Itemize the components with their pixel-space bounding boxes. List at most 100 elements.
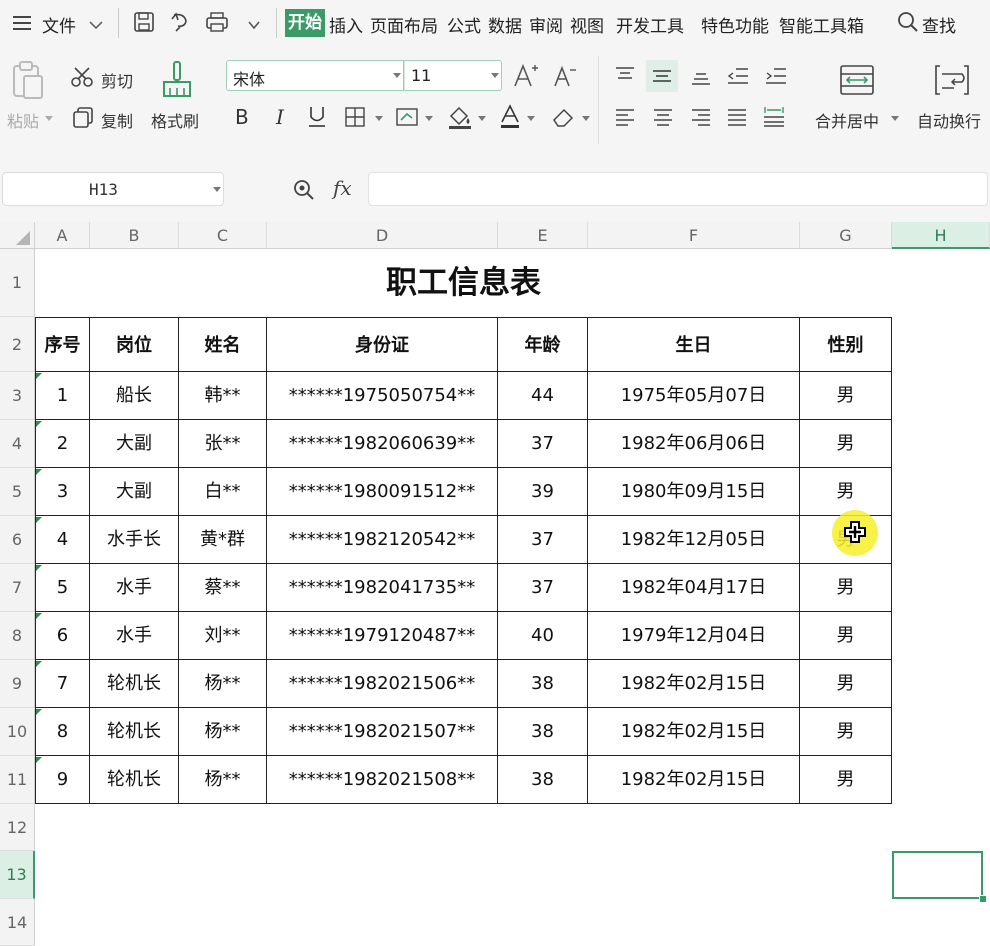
table-cell[interactable]: 3 [35, 468, 90, 516]
table-cell[interactable]: ******1982021506** [267, 660, 498, 708]
font-name-select[interactable]: 宋体 [226, 60, 404, 91]
tab-formulas[interactable]: 公式 [447, 12, 481, 37]
tab-review[interactable]: 审阅 [529, 12, 563, 37]
table-cell[interactable]: 38 [498, 660, 588, 708]
font-color-dropdown-icon[interactable] [527, 116, 535, 121]
fill-color-icon[interactable] [447, 104, 473, 130]
empty-cell[interactable] [892, 612, 990, 660]
row-header-10[interactable]: 10 [0, 708, 35, 756]
table-cell[interactable]: 1982年02月15日 [588, 708, 800, 756]
align-right-icon[interactable] [690, 108, 712, 128]
column-header-e[interactable]: E [498, 222, 588, 249]
table-cell[interactable]: 7 [35, 660, 90, 708]
increase-indent-icon[interactable] [764, 66, 788, 86]
table-cell[interactable]: 水手 [90, 564, 179, 612]
more-dropdown-icon[interactable] [246, 16, 262, 30]
row-header-9[interactable]: 9 [0, 660, 35, 708]
copy-icon[interactable] [72, 106, 94, 128]
table-cell[interactable]: 轮机长 [90, 756, 179, 804]
table-cell[interactable]: ******1982021508** [267, 756, 498, 804]
copy-button[interactable]: 复制 [101, 108, 133, 132]
row-header-14[interactable]: 14 [0, 899, 35, 946]
table-cell[interactable]: 1982年06月06日 [588, 420, 800, 468]
cell-style-icon[interactable] [395, 106, 419, 128]
tab-smart-toolbox[interactable]: 智能工具箱 [779, 12, 864, 37]
cell-style-dropdown-icon[interactable] [425, 116, 433, 121]
align-top-icon[interactable] [614, 66, 636, 86]
name-box-dropdown-icon[interactable] [213, 187, 221, 192]
undo-icon[interactable] [168, 11, 192, 33]
empty-cell[interactable] [892, 708, 990, 756]
empty-cell[interactable] [892, 516, 990, 564]
header-cell[interactable]: 生日 [588, 317, 800, 372]
justify-icon[interactable] [726, 108, 748, 128]
spreadsheet-grid[interactable]: ABCDEFGH 1 2 3 4 5 6 7 8 9 10 11 12 13 14 职工信息表 序号 岗位 姓名… [0, 222, 990, 946]
italic-icon[interactable]: I [272, 104, 292, 129]
empty-cell[interactable] [892, 564, 990, 612]
column-header-b[interactable]: B [90, 222, 179, 249]
row-header-8[interactable]: 8 [0, 612, 35, 660]
decrease-font-icon[interactable] [552, 64, 578, 88]
table-cell[interactable]: 男 [800, 420, 892, 468]
tab-developer[interactable]: 开发工具 [616, 12, 684, 37]
table-cell[interactable]: 轮机长 [90, 708, 179, 756]
table-cell[interactable]: 白** [179, 468, 267, 516]
table-cell[interactable]: 37 [498, 420, 588, 468]
tab-special[interactable]: 特色功能 [701, 12, 769, 37]
table-cell[interactable]: 37 [498, 564, 588, 612]
header-cell[interactable]: 身份证 [267, 317, 498, 372]
underline-icon[interactable] [306, 104, 328, 128]
table-cell[interactable]: 男 [800, 660, 892, 708]
paste-button[interactable]: 粘贴 [7, 108, 39, 132]
column-header-g[interactable]: G [800, 222, 892, 249]
row-header-3[interactable]: 3 [0, 372, 35, 420]
table-cell[interactable]: 39 [498, 468, 588, 516]
eraser-dropdown-icon[interactable] [582, 116, 590, 121]
row-header-1[interactable]: 1 [0, 249, 35, 317]
cut-button[interactable]: 剪切 [101, 68, 133, 92]
table-cell[interactable]: 韩** [179, 372, 267, 420]
merge-center-dropdown-icon[interactable] [891, 116, 899, 121]
align-bottom-icon[interactable] [690, 66, 712, 86]
hamburger-icon[interactable] [12, 14, 32, 32]
empty-cell[interactable] [892, 372, 990, 420]
formula-input[interactable] [368, 172, 988, 206]
table-cell[interactable]: 船长 [90, 372, 179, 420]
table-cell[interactable]: 1982年02月15日 [588, 660, 800, 708]
table-cell[interactable]: ******1980091512** [267, 468, 498, 516]
empty-cell[interactable] [892, 317, 990, 372]
column-header-d[interactable]: D [267, 222, 498, 249]
row-header-2[interactable]: 2 [0, 317, 35, 372]
merge-center-button[interactable]: 合并居中 [815, 108, 879, 132]
search-label[interactable]: 查找 [922, 12, 956, 37]
table-cell[interactable]: 黄*群 [179, 516, 267, 564]
table-cell[interactable]: 男 [800, 372, 892, 420]
empty-cell[interactable] [892, 468, 990, 516]
table-cell[interactable]: 38 [498, 756, 588, 804]
table-cell[interactable]: 张** [179, 420, 267, 468]
search-icon[interactable] [897, 11, 919, 33]
wrap-text-icon[interactable] [934, 64, 970, 96]
tab-view[interactable]: 视图 [570, 12, 604, 37]
table-cell[interactable]: 刘** [179, 612, 267, 660]
paste-dropdown-icon[interactable] [45, 116, 53, 121]
empty-cell[interactable] [892, 804, 990, 851]
header-cell[interactable]: 序号 [35, 317, 90, 372]
name-box[interactable]: H13 [2, 172, 224, 206]
border-icon[interactable] [344, 106, 366, 128]
table-cell[interactable]: 蔡** [179, 564, 267, 612]
selected-cell[interactable] [892, 851, 983, 899]
table-cell[interactable]: 大副 [90, 420, 179, 468]
column-header-f[interactable]: F [588, 222, 800, 249]
empty-cell[interactable] [892, 420, 990, 468]
paste-icon[interactable] [10, 60, 46, 100]
table-cell[interactable]: 男 [800, 468, 892, 516]
eraser-icon[interactable] [550, 106, 576, 128]
table-cell[interactable]: ******1979120487** [267, 612, 498, 660]
table-cell[interactable]: ******1982041735** [267, 564, 498, 612]
table-cell[interactable]: 男 [800, 756, 892, 804]
border-dropdown-icon[interactable] [375, 116, 383, 121]
file-menu[interactable]: 文件 [42, 12, 76, 37]
row-header-13[interactable]: 13 [0, 851, 35, 899]
select-all-corner[interactable] [0, 222, 35, 249]
